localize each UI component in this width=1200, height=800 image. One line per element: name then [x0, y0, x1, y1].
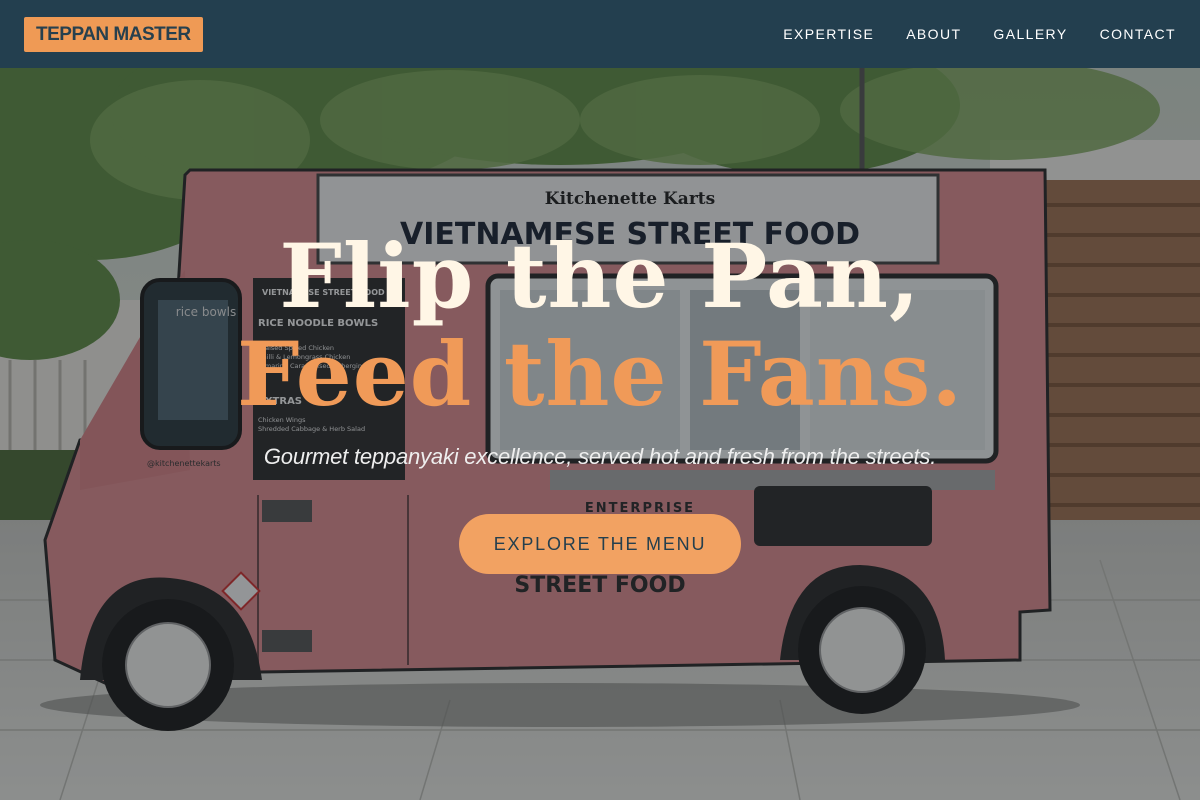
- nav-contact[interactable]: CONTACT: [1068, 26, 1176, 42]
- nav-gallery[interactable]: GALLERY: [961, 26, 1067, 42]
- hero-subtitle: Gourmet teppanyaki excellence, served ho…: [263, 444, 937, 469]
- hero-content: Flip the Pan, Feed the Fans. Gourmet tep…: [0, 68, 1200, 800]
- hero-headline-line-2: Feed the Fans.: [237, 322, 963, 426]
- hero-section: Kitchenette Karts VIETNAMESE STREET FOOD…: [0, 68, 1200, 800]
- nav-about[interactable]: ABOUT: [874, 26, 961, 42]
- brand-logo[interactable]: TEPPAN MASTER: [24, 16, 203, 52]
- hero-headline-line-1: Flip the Pan,: [279, 224, 921, 328]
- site-header: TEPPAN MASTER EXPERTISE ABOUT GALLERY CO…: [0, 0, 1200, 68]
- main-nav: EXPERTISE ABOUT GALLERY CONTACT: [751, 26, 1176, 42]
- explore-menu-button[interactable]: EXPLORE THE MENU: [459, 514, 741, 574]
- nav-expertise[interactable]: EXPERTISE: [751, 26, 874, 42]
